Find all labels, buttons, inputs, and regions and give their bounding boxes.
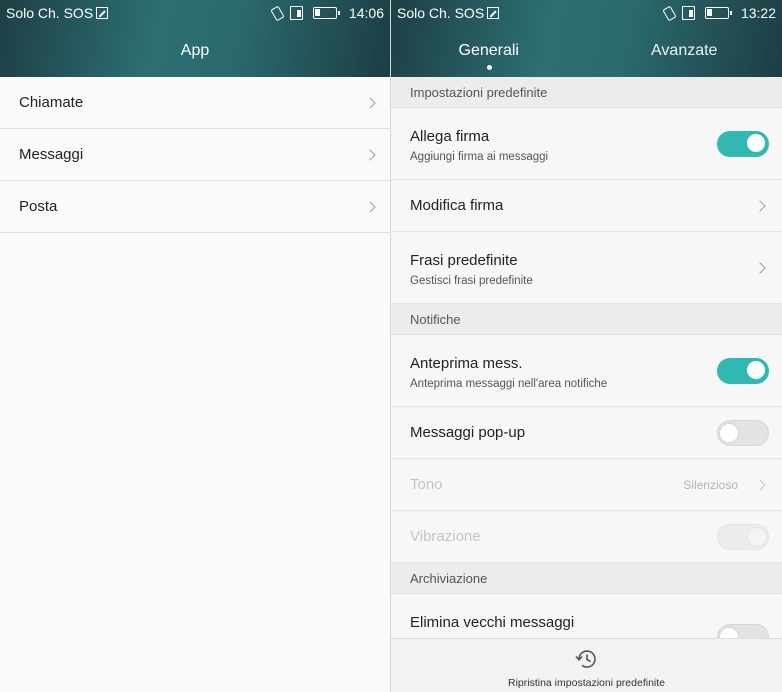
- setting-attach-signature[interactable]: Allega firma Aggiungi firma ai messaggi: [391, 108, 782, 180]
- popup-messages-toggle[interactable]: [717, 420, 769, 446]
- setting-title: Elimina vecchi messaggi: [410, 614, 575, 631]
- chevron-right-icon: [754, 199, 766, 212]
- restore-defaults-label: Ripristina impostazioni predefinite: [508, 677, 665, 689]
- setting-tone: Tono Silenzioso: [391, 459, 782, 511]
- tab-avanzate[interactable]: Avanzate: [587, 42, 782, 60]
- clock: 13:22: [740, 5, 776, 21]
- chevron-right-icon: [364, 97, 376, 109]
- tab-bar: Generali Avanzate: [391, 42, 782, 72]
- setting-edit-signature[interactable]: Modifica firma: [391, 180, 782, 232]
- section-header-defaults: Impostazioni predefinite: [391, 77, 782, 108]
- list-item-posta[interactable]: Posta: [0, 181, 390, 233]
- status-bar: Solo Ch. SOS 14:06: [6, 4, 384, 22]
- header: Solo Ch. SOS 13:22 Generali Avanzate: [391, 0, 782, 77]
- carrier-label: Solo Ch. SOS: [6, 4, 109, 22]
- list-item-label: Messaggi: [19, 146, 84, 163]
- settings-list: Impostazioni predefinite Allega firma Ag…: [391, 77, 782, 654]
- clock: 14:06: [348, 5, 384, 21]
- status-bar: Solo Ch. SOS 13:22: [397, 4, 776, 22]
- setting-title: Vibrazione: [410, 528, 481, 545]
- toggle-knob: [746, 360, 766, 380]
- setting-subtitle: Anteprima messaggi nell'area notifiche: [410, 378, 608, 390]
- list-item-chiamate[interactable]: Chiamate: [0, 77, 390, 129]
- list-item-label: Chiamate: [19, 94, 84, 111]
- page-title: App: [180, 42, 210, 59]
- left-screen: Solo Ch. SOS 14:06 App Chiamate Messaggi…: [0, 0, 390, 692]
- restore-icon: [574, 650, 596, 668]
- no-sim-icon: [96, 7, 109, 19]
- setting-title: Allega firma: [410, 128, 490, 145]
- setting-title: Frasi predefinite: [410, 252, 518, 269]
- battery-icon: [704, 7, 732, 19]
- setting-value: Silenzioso: [683, 478, 738, 492]
- section-label: Archiviazione: [410, 571, 488, 586]
- active-tab-indicator: [486, 65, 492, 70]
- toggle-knob: [747, 527, 767, 547]
- header: Solo Ch. SOS 14:06 App: [0, 0, 390, 77]
- setting-title: Tono: [410, 476, 443, 493]
- vibrate-icon: [270, 6, 284, 20]
- app-list: Chiamate Messaggi Posta: [0, 77, 390, 233]
- right-screen: Solo Ch. SOS 13:22 Generali Avanzate Imp…: [391, 0, 782, 692]
- tab-label: Generali: [458, 42, 519, 59]
- vibration-toggle: [717, 524, 769, 550]
- battery-icon: [312, 7, 340, 19]
- section-label: Notifiche: [410, 312, 461, 327]
- restore-defaults-button[interactable]: Ripristina impostazioni predefinite: [391, 638, 782, 692]
- setting-title: Messaggi pop-up: [410, 424, 526, 441]
- setting-message-preview[interactable]: Anteprima mess. Anteprima messaggi nell'…: [391, 335, 782, 407]
- setting-subtitle: Aggiungi firma ai messaggi: [410, 151, 549, 163]
- setting-popup-messages[interactable]: Messaggi pop-up: [391, 407, 782, 459]
- carrier-text: Solo Ch. SOS: [397, 5, 485, 21]
- message-preview-toggle[interactable]: [717, 358, 769, 384]
- list-item-label: Posta: [19, 198, 58, 215]
- no-sim-icon: [487, 7, 500, 19]
- setting-default-phrases[interactable]: Frasi predefinite Gestisci frasi predefi…: [391, 232, 782, 304]
- sim-icon: [681, 6, 695, 20]
- setting-vibration: Vibrazione: [391, 511, 782, 563]
- section-header-notifications: Notifiche: [391, 304, 782, 335]
- carrier-label: Solo Ch. SOS: [397, 4, 500, 22]
- section-header-archive: Archiviazione: [391, 563, 782, 594]
- setting-subtitle: Gestisci frasi predefinite: [410, 275, 533, 287]
- section-label: Impostazioni predefinite: [410, 85, 548, 100]
- toggle-knob: [746, 133, 766, 153]
- tab-label: Avanzate: [651, 42, 718, 59]
- status-icons: 14:06: [270, 4, 384, 22]
- tab-generali[interactable]: Generali: [391, 42, 587, 70]
- chevron-right-icon: [364, 201, 376, 213]
- attach-signature-toggle[interactable]: [717, 131, 769, 157]
- chevron-right-icon: [754, 478, 766, 491]
- vibrate-icon: [662, 6, 676, 20]
- setting-title: Modifica firma: [410, 197, 504, 214]
- chevron-right-icon: [364, 149, 376, 161]
- sim-icon: [289, 6, 303, 20]
- chevron-right-icon: [754, 261, 766, 274]
- setting-title: Anteprima mess.: [410, 355, 523, 372]
- carrier-text: Solo Ch. SOS: [6, 5, 94, 21]
- status-icons: 13:22: [662, 4, 776, 22]
- toggle-knob: [719, 423, 739, 443]
- list-item-messaggi[interactable]: Messaggi: [0, 129, 390, 181]
